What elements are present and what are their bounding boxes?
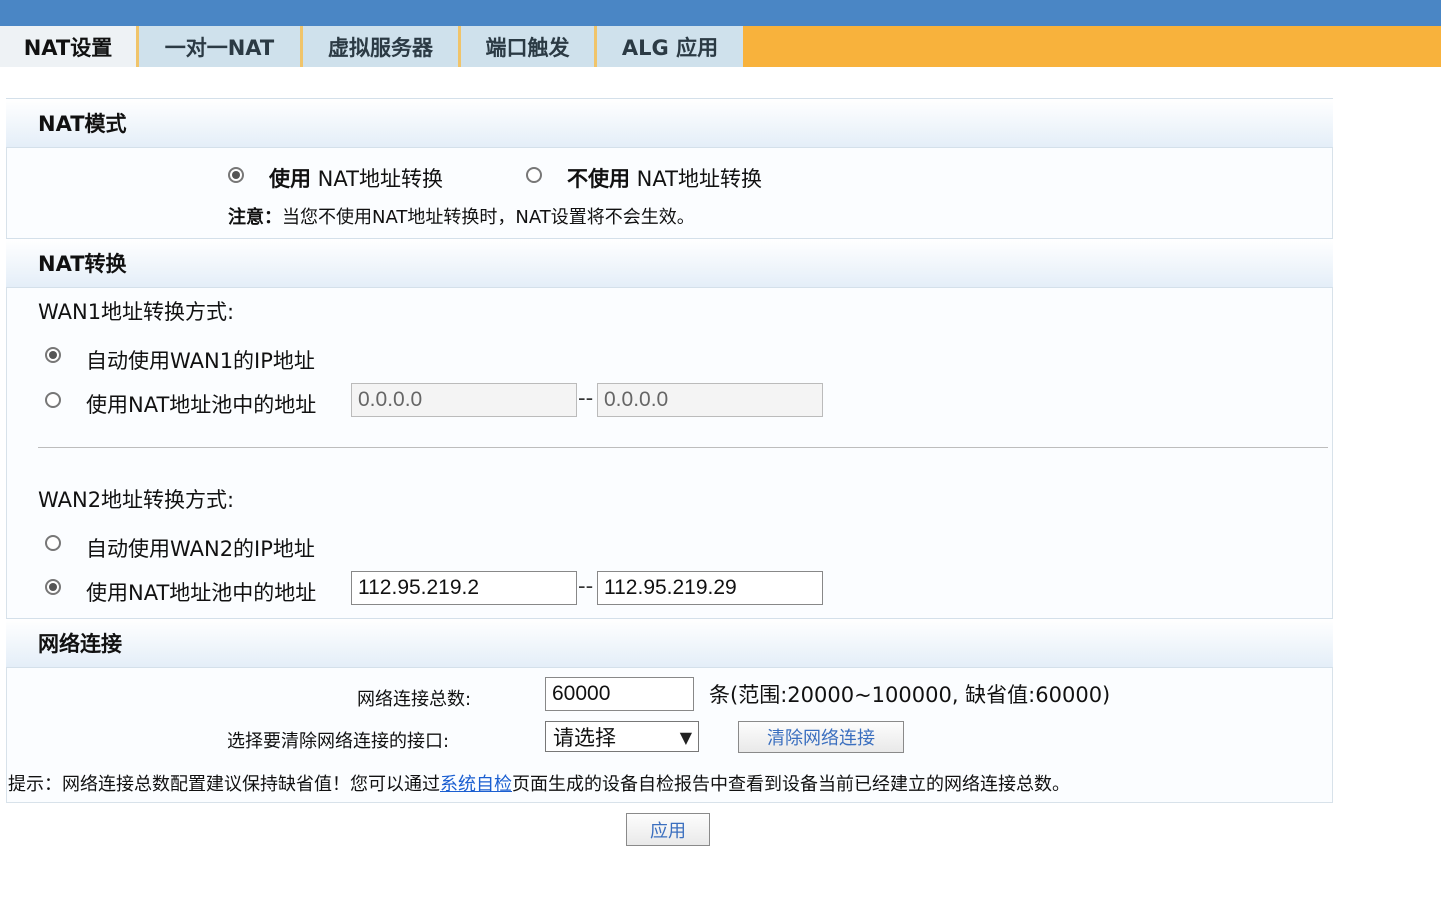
total-connections-hint: 条(范围:20000~100000, 缺省值:60000): [709, 683, 1111, 707]
radio-wan1-pool[interactable]: [45, 392, 61, 408]
wan2-pool-start-input[interactable]: [351, 571, 577, 605]
wan2-auto-label: 自动使用WAN2的IP地址: [86, 537, 315, 561]
wan2-pool-label: 使用NAT地址池中的地址: [86, 581, 317, 605]
radio-wan1-auto[interactable]: [45, 347, 61, 363]
section-nat-mode-title: NAT模式: [6, 98, 1333, 148]
wan1-pool-start-input[interactable]: [351, 383, 577, 417]
clear-connections-button[interactable]: 清除网络连接: [738, 721, 904, 753]
system-check-link[interactable]: 系统自检: [440, 774, 512, 795]
wan2-pool-end-input[interactable]: [597, 571, 823, 605]
radio-wan2-pool[interactable]: [45, 579, 61, 595]
total-connections-input[interactable]: [545, 677, 694, 711]
tab-virtual-server[interactable]: 虚拟服务器: [303, 26, 461, 67]
radio-no-nat[interactable]: [526, 167, 542, 183]
interface-select[interactable]: 请选择 ▼: [545, 721, 699, 752]
wan1-pool-end-input[interactable]: [597, 383, 823, 417]
radio-use-nat[interactable]: [228, 167, 244, 183]
tab-alg[interactable]: ALG 应用: [597, 26, 743, 67]
top-banner: [0, 0, 1441, 26]
apply-button[interactable]: 应用: [626, 813, 710, 846]
wan1-range-separator: --: [578, 386, 594, 410]
radio-wan2-auto[interactable]: [45, 535, 61, 551]
network-tip: 提示：网络连接总数配置建议保持缺省值！您可以通过系统自检页面生成的设备自检报告中…: [8, 774, 1070, 795]
nat-mode-note: 注意：当您不使用NAT地址转换时，NAT设置将不会生效。: [228, 207, 695, 228]
tab-bar: NAT设置 一对一NAT 虚拟服务器 端口触发 ALG 应用: [0, 26, 1441, 67]
section-network-title: 网络连接: [6, 618, 1333, 668]
use-nat-label: 使用 NAT地址转换: [269, 167, 443, 191]
tab-one-to-one-nat[interactable]: 一对一NAT: [139, 26, 303, 67]
wan1-auto-label: 自动使用WAN1的IP地址: [86, 349, 315, 373]
tab-nat-settings[interactable]: NAT设置: [0, 26, 139, 67]
interface-select-value: 请选择: [553, 725, 616, 750]
wan1-pool-label: 使用NAT地址池中的地址: [86, 393, 317, 417]
clear-interface-label: 选择要清除网络连接的接口:: [227, 731, 450, 752]
tab-port-trigger[interactable]: 端口触发: [461, 26, 597, 67]
wan2-label: WAN2地址转换方式:: [38, 488, 235, 512]
chevron-down-icon: ▼: [679, 728, 692, 747]
section-nat-conversion-title: NAT转换: [6, 238, 1333, 288]
wan2-range-separator: --: [578, 574, 594, 598]
total-connections-label: 网络连接总数:: [357, 689, 472, 710]
wan1-label: WAN1地址转换方式:: [38, 300, 235, 324]
no-nat-label: 不使用 NAT地址转换: [567, 167, 762, 191]
divider: [38, 447, 1328, 448]
